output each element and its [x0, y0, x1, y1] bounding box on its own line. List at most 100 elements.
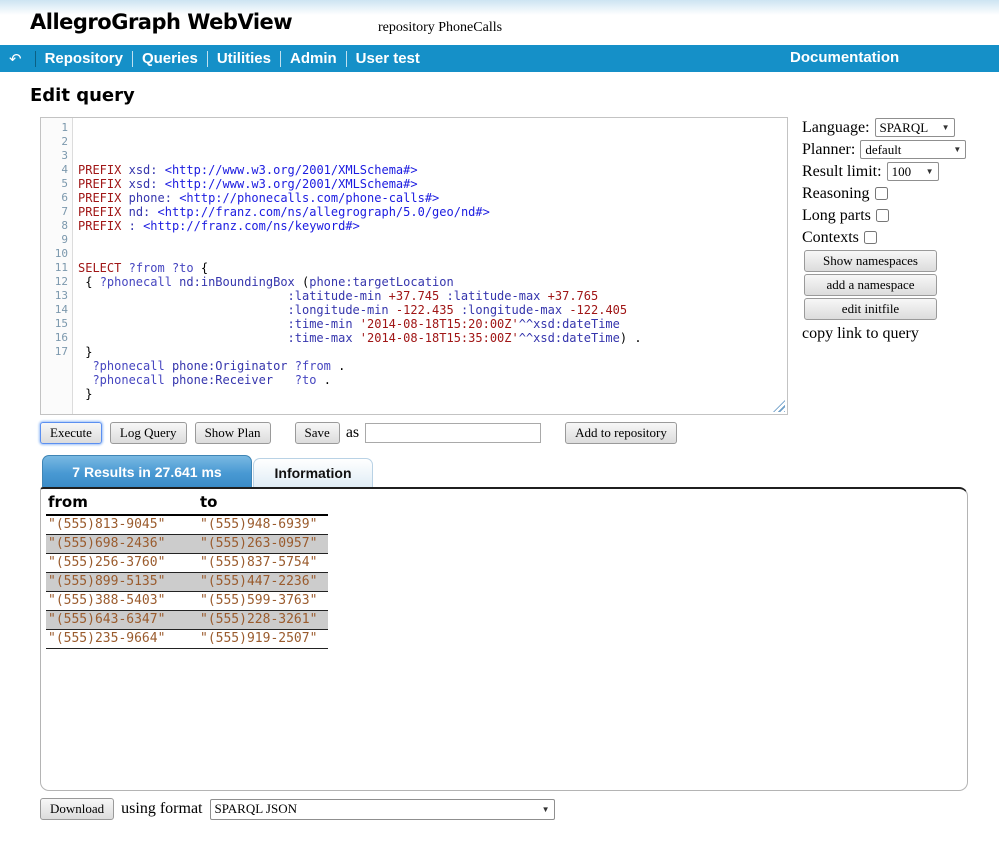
table-cell: "(555)263-0957" — [198, 535, 328, 554]
table-row: "(555)813-9045""(555)948-6939" — [46, 515, 328, 535]
code-token: ) . — [620, 331, 642, 345]
code-line: PREFIX : <http://franz.com/ns/keyword#> — [78, 219, 787, 233]
code-token: ( — [295, 275, 309, 289]
code-token — [121, 261, 128, 275]
code-token: nd: — [129, 205, 151, 219]
download-bar: Download using format SPARQL JSON ▼ — [40, 797, 555, 821]
nav-item-queries[interactable]: Queries — [142, 50, 198, 67]
save-button[interactable]: Save — [295, 422, 340, 444]
code-line: PREFIX nd: <http://franz.com/ns/allegrog… — [78, 205, 787, 219]
copy-link-to-query[interactable]: copy link to query — [802, 325, 967, 343]
code-line: { ?phonecall nd:inBoundingBox (phone:tar… — [78, 275, 787, 289]
table-cell: "(555)948-6939" — [198, 515, 328, 535]
code-token: } — [78, 345, 92, 359]
nav-item-user-test[interactable]: User test — [356, 50, 420, 67]
planner-label: Planner: — [802, 141, 855, 159]
code-token — [165, 373, 172, 387]
code-token — [353, 317, 360, 331]
resize-handle-icon[interactable] — [773, 400, 785, 412]
nav-item-utilities[interactable]: Utilities — [217, 50, 271, 67]
line-number: 5 — [41, 177, 68, 191]
code-token — [165, 359, 172, 373]
line-number: 12 — [41, 275, 68, 289]
code-token: PREFIX — [78, 205, 121, 219]
save-name-input[interactable] — [365, 423, 541, 443]
code-token: :time-min — [288, 317, 353, 331]
code-token — [353, 331, 360, 345]
long-parts-label: Long parts — [802, 207, 871, 225]
line-number: 11 — [41, 261, 68, 275]
download-format-select[interactable]: SPARQL JSON ▼ — [210, 799, 555, 820]
code-line: :latitude-min +37.745 :latitude-max +37.… — [78, 289, 787, 303]
code-token — [158, 163, 165, 177]
edit-initfile-button[interactable]: edit initfile — [804, 298, 937, 320]
long-parts-checkbox[interactable] — [876, 209, 889, 222]
code-token — [150, 205, 157, 219]
line-number: 13 — [41, 289, 68, 303]
code-line: } — [78, 345, 787, 359]
query-editor[interactable]: 1234567891011121314151617 PREFIX xsd: <h… — [40, 117, 788, 415]
code-token: } — [78, 387, 92, 401]
code-token: xsd: — [129, 163, 158, 177]
save-as-label: as — [346, 424, 359, 442]
back-arrow-icon[interactable]: ↶ — [9, 50, 22, 68]
execute-button[interactable]: Execute — [40, 422, 102, 444]
code-token — [273, 373, 295, 387]
show-plan-button[interactable]: Show Plan — [195, 422, 271, 444]
table-cell: "(555)698-2436" — [46, 535, 198, 554]
tab-results[interactable]: 7 Results in 27.641 ms — [42, 455, 252, 487]
contexts-label: Contexts — [802, 229, 859, 247]
nav-item-documentation[interactable]: Documentation — [790, 49, 899, 66]
table-cell: "(555)599-3763" — [198, 592, 328, 611]
code-token: ?from — [295, 359, 331, 373]
code-token: PREFIX — [78, 191, 121, 205]
table-cell: "(555)388-5403" — [46, 592, 198, 611]
code-token: -122.435 — [396, 303, 454, 317]
code-token: . — [316, 373, 330, 387]
show-namespaces-button[interactable]: Show namespaces — [804, 250, 937, 272]
log-query-button[interactable]: Log Query — [110, 422, 187, 444]
line-number: 6 — [41, 191, 68, 205]
code-token — [381, 289, 388, 303]
code-token: phone:Originator — [172, 359, 288, 373]
results-header-row: fromto — [46, 492, 328, 515]
add-to-repository-button[interactable]: Add to repository — [565, 422, 677, 444]
contexts-checkbox[interactable] — [864, 231, 877, 244]
language-label: Language: — [802, 119, 870, 137]
table-cell: "(555)447-2236" — [198, 573, 328, 592]
code-token — [121, 177, 128, 191]
code-token: <http://www.w3.org/2001/XMLSchema#> — [165, 177, 418, 191]
nav-item-repository[interactable]: Repository — [45, 50, 123, 67]
language-select[interactable]: SPARQL ▼ — [875, 118, 955, 137]
result-limit-select[interactable]: 100 ▼ — [887, 162, 939, 181]
table-row: "(555)899-5135""(555)447-2236" — [46, 573, 328, 592]
code-token: . — [331, 359, 345, 373]
result-limit-value: 100 — [892, 164, 912, 180]
main-navbar: ↶ Repository Queries Utilities Admin User te… — [0, 45, 999, 72]
code-token: ?to — [172, 261, 194, 275]
results-table: fromto "(555)813-9045""(555)948-6939""(5… — [46, 492, 328, 649]
code-token: PREFIX — [78, 177, 121, 191]
planner-select[interactable]: default ▼ — [860, 140, 966, 159]
table-row: "(555)643-6347""(555)228-3261" — [46, 611, 328, 630]
download-button[interactable]: Download — [40, 798, 114, 820]
code-token — [121, 219, 128, 233]
nav-item-admin[interactable]: Admin — [290, 50, 337, 67]
code-line: ?phonecall phone:Originator ?from . — [78, 359, 787, 373]
code-line: :longitude-min -122.435 :longitude-max -… — [78, 303, 787, 317]
app-title: AllegroGraph WebView — [30, 10, 292, 34]
code-token — [78, 317, 288, 331]
editor-code[interactable]: PREFIX xsd: <http://www.w3.org/2001/XMLS… — [73, 118, 787, 414]
nav-separator — [280, 51, 281, 67]
line-number: 7 — [41, 205, 68, 219]
table-cell: "(555)837-5754" — [198, 554, 328, 573]
add-namespace-button[interactable]: add a namespace — [804, 274, 937, 296]
code-token — [78, 331, 288, 345]
chevron-down-icon: ▼ — [953, 145, 961, 154]
code-line: SELECT ?from ?to { — [78, 261, 787, 275]
tab-information[interactable]: Information — [253, 458, 373, 487]
table-cell: "(555)228-3261" — [198, 611, 328, 630]
code-token: ?phonecall — [92, 359, 164, 373]
reasoning-checkbox[interactable] — [875, 187, 888, 200]
results-panel: fromto "(555)813-9045""(555)948-6939""(5… — [40, 487, 968, 791]
